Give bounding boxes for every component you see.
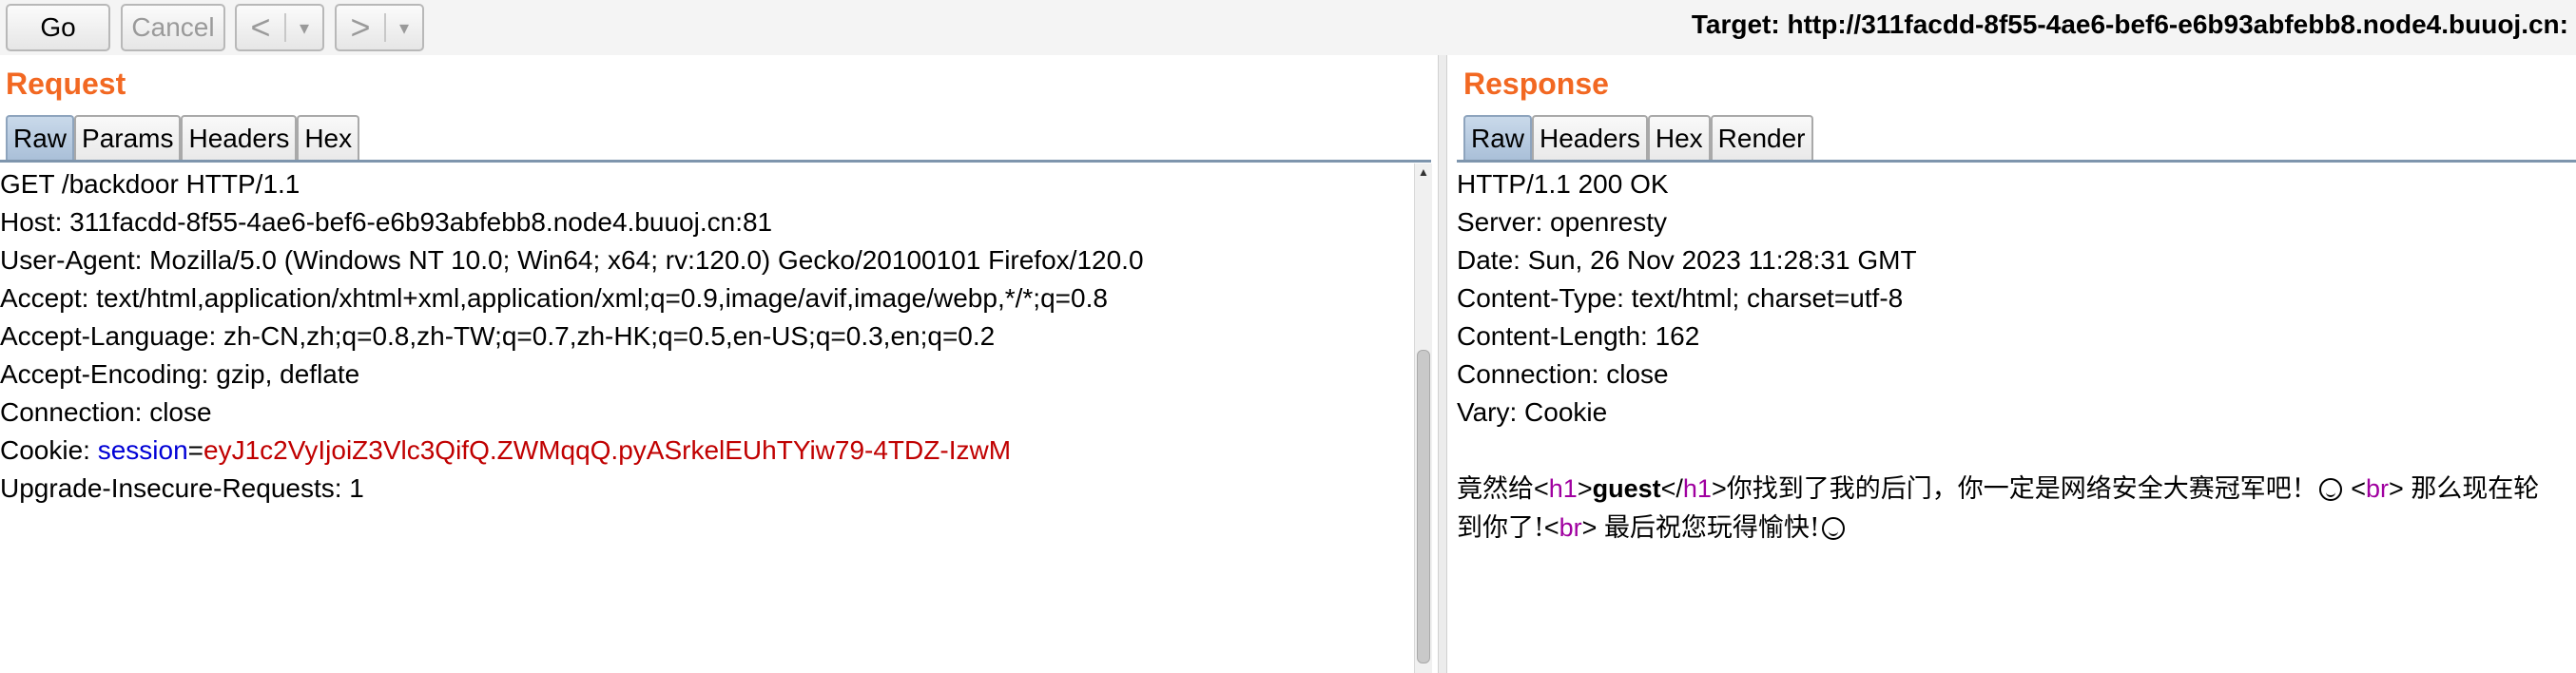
response-line: Content-Type: text/html; charset=utf-8 xyxy=(1457,283,1904,313)
response-tab-hex[interactable]: Hex xyxy=(1647,115,1711,161)
scroll-up-arrow-icon[interactable]: ▲ xyxy=(1415,163,1432,181)
response-line: Server: openresty xyxy=(1457,207,1667,237)
forward-button[interactable]: > ▾ xyxy=(335,4,424,51)
response-line: HTTP/1.1 200 OK xyxy=(1457,169,1669,199)
request-line: Accept-Encoding: gzip, deflate xyxy=(0,359,360,389)
guest-text: guest xyxy=(1592,474,1661,503)
split-pane-divider[interactable] xyxy=(1438,55,1447,673)
back-history-dropdown-icon[interactable]: ▾ xyxy=(286,6,322,49)
grin-emoji-icon xyxy=(1821,517,1845,540)
body-text: 竟然给 xyxy=(1457,474,1534,504)
scroll-thumb[interactable] xyxy=(1417,350,1430,663)
request-line: Accept: text/html,application/xhtml+xml,… xyxy=(0,283,1108,313)
tag-bracket: < xyxy=(2343,474,2367,503)
request-tabs: Raw Params Headers Hex xyxy=(6,115,360,161)
back-button[interactable]: < ▾ xyxy=(235,4,324,51)
tag-bracket: < xyxy=(1543,513,1559,542)
cookie-name: session xyxy=(97,435,188,465)
request-tab-params[interactable]: Params xyxy=(74,115,182,161)
tag-bracket: > xyxy=(2389,474,2411,503)
response-title: Response xyxy=(1463,67,1609,101)
smile-emoji-icon xyxy=(2318,478,2342,501)
forward-arrow-icon[interactable]: > xyxy=(337,6,384,49)
request-line: Accept-Language: zh-CN,zh;q=0.8,zh-TW;q=… xyxy=(0,321,996,351)
request-tab-underline xyxy=(0,160,1431,163)
request-tab-headers[interactable]: Headers xyxy=(181,115,298,161)
response-tab-render[interactable]: Render xyxy=(1710,115,1813,161)
target-url[interactable]: Target: http://311facdd-8f55-4ae6-bef6-e… xyxy=(1692,10,2568,40)
response-blank-line xyxy=(1457,432,2560,470)
tag-bracket: </ xyxy=(1660,474,1683,503)
forward-history-dropdown-icon[interactable]: ▾ xyxy=(386,6,422,49)
back-arrow-icon[interactable]: < xyxy=(237,6,284,49)
response-tabs: Raw Headers Hex Render xyxy=(1463,115,1813,161)
request-title: Request xyxy=(6,67,126,101)
request-line: User-Agent: Mozilla/5.0 (Windows NT 10.0… xyxy=(0,245,1144,275)
body-text: 最后祝您玩得愉快! xyxy=(1603,513,1820,543)
response-body: 竟然给<h1>guest</h1>你找到了我的后门，你一定是网络安全大赛冠军吧！… xyxy=(1457,470,2560,548)
request-line: Host: 311facdd-8f55-4ae6-bef6-e6b93abfeb… xyxy=(0,207,773,237)
cookie-value: eyJ1c2VyIjoiZ3Vlc3QifQ.ZWMqqQ.pyASrkelEU… xyxy=(203,435,1012,465)
response-line: Vary: Cookie xyxy=(1457,397,1608,427)
request-editor[interactable]: GET /backdoor HTTP/1.1 Host: 311facdd-8f… xyxy=(0,165,1407,508)
go-button[interactable]: Go xyxy=(6,4,110,51)
html-tag: h1 xyxy=(1682,474,1712,503)
body-text: 你找到了我的后门，你一定是网络安全大赛冠军吧！ xyxy=(1726,474,2317,504)
cookie-prefix: Cookie: xyxy=(0,435,98,465)
request-line: Upgrade-Insecure-Requests: 1 xyxy=(0,473,364,503)
request-scrollbar[interactable]: ▲ xyxy=(1414,163,1432,673)
html-tag: br xyxy=(2366,474,2390,503)
html-tag: br xyxy=(1559,513,1582,542)
response-editor[interactable]: HTTP/1.1 200 OK Server: openresty Date: … xyxy=(1457,165,2560,548)
response-line: Connection: close xyxy=(1457,359,1669,389)
request-tab-hex[interactable]: Hex xyxy=(297,115,360,161)
response-tab-headers[interactable]: Headers xyxy=(1532,115,1648,161)
tag-bracket: < xyxy=(1534,474,1549,503)
cookie-line: Cookie: session=eyJ1c2VyIjoiZ3Vlc3QifQ.Z… xyxy=(0,432,1407,470)
cancel-button[interactable]: Cancel xyxy=(121,4,225,51)
response-line: Date: Sun, 26 Nov 2023 11:28:31 GMT xyxy=(1457,245,1917,275)
response-tab-raw[interactable]: Raw xyxy=(1463,115,1533,161)
request-tab-raw[interactable]: Raw xyxy=(6,115,75,161)
cookie-equals: = xyxy=(187,435,204,465)
html-tag: h1 xyxy=(1548,474,1578,503)
response-tab-underline xyxy=(1457,160,2576,163)
tag-bracket: > xyxy=(1711,474,1727,503)
request-line: Connection: close xyxy=(0,397,212,427)
toolbar: Go Cancel < ▾ > ▾ Target: http://311facd… xyxy=(0,0,2576,55)
response-line: Content-Length: 162 xyxy=(1457,321,1700,351)
tag-bracket: > xyxy=(1581,513,1604,542)
request-line: GET /backdoor HTTP/1.1 xyxy=(0,169,300,199)
tag-bracket: > xyxy=(1577,474,1593,503)
